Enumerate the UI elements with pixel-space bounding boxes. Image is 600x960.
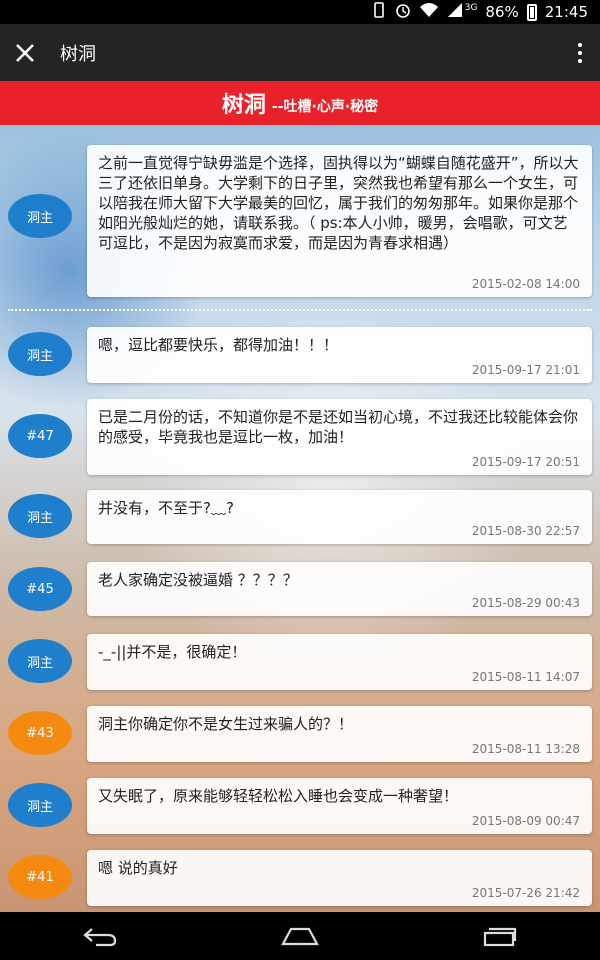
content-area[interactable]: 树洞 --吐槽·心声·秘密 洞主 之前一直觉得宁缺毋滥是个选择，固执得以为“蝴蝶… xyxy=(0,81,600,912)
page-banner: 树洞 --吐槽·心声·秘密 xyxy=(0,81,600,125)
system-nav-bar xyxy=(0,912,600,960)
home-icon xyxy=(281,927,319,946)
more-dot xyxy=(578,58,582,63)
recents-button[interactable] xyxy=(470,912,530,960)
back-button[interactable] xyxy=(70,912,130,960)
more-dot xyxy=(578,50,582,55)
battery-icon xyxy=(526,3,537,21)
more-options-button[interactable] xyxy=(560,24,600,81)
reply-card[interactable]: 嗯，逗比都要快乐，都得加油！！！ 2015-09-17 21:01 xyxy=(87,327,592,383)
reply-text: 又失眠了，原来能够轻轻松松入睡也会变成一种奢望！ xyxy=(98,787,459,805)
banner-title: 树洞 xyxy=(221,93,266,118)
back-icon xyxy=(83,928,117,947)
wifi-icon xyxy=(419,2,439,22)
banner-subtitle: --吐槽·心声·秘密 xyxy=(271,99,379,115)
reply-time: 2015-08-11 13:28 xyxy=(471,742,580,756)
reply-text: 洞主你确定你不是女生过来骗人的？！ xyxy=(98,715,354,733)
author-badge: 洞主 xyxy=(8,783,72,827)
author-badge: 洞主 xyxy=(8,494,72,538)
reply-text: 并没有，不至于?﹏? xyxy=(98,499,234,517)
page-title: 树洞 xyxy=(60,43,96,65)
home-button[interactable] xyxy=(270,912,330,960)
floor-badge: #47 xyxy=(8,414,72,458)
reply-time: 2015-09-17 21:01 xyxy=(471,363,580,377)
reply-time: 2015-08-29 00:43 xyxy=(471,596,580,610)
signal-icon xyxy=(447,2,463,22)
recents-icon xyxy=(483,927,517,947)
reply-time: 2015-08-09 00:47 xyxy=(471,814,580,828)
reply-time: 2015-07-26 21:42 xyxy=(471,886,580,900)
reply-card[interactable]: -_-||并不是，很确定！ 2015-08-11 14:07 xyxy=(87,634,592,690)
reply-text: 已是二月份的话，不知道你是不是还如当初心境，不过我还比较能体会你的感受，毕竟我也… xyxy=(98,408,579,446)
signal-type: 3G xyxy=(464,3,478,13)
author-badge: 洞主 xyxy=(8,332,72,376)
alarm-icon xyxy=(395,2,411,22)
reply-text: 老人家确定没被逼婚 ？？？？ xyxy=(98,571,298,589)
close-button[interactable] xyxy=(0,24,50,81)
reply-text: -_-||并不是，很确定！ xyxy=(98,643,247,661)
vibrate-icon xyxy=(371,2,387,22)
reply-text: 嗯，逗比都要快乐，都得加油！！！ xyxy=(98,336,339,354)
reply-card[interactable]: 洞主你确定你不是女生过来骗人的？！ 2015-08-11 13:28 xyxy=(87,706,592,762)
divider xyxy=(8,309,592,311)
floor-badge: #41 xyxy=(8,855,72,899)
author-badge: 洞主 xyxy=(8,194,72,238)
floor-badge: #45 xyxy=(8,567,72,611)
post-time: 2015-02-08 14:00 xyxy=(471,277,580,291)
reply-card[interactable]: 已是二月份的话，不知道你是不是还如当初心境，不过我还比较能体会你的感受，毕竟我也… xyxy=(87,399,592,475)
reply-card[interactable]: 嗯 说的真好 2015-07-26 21:42 xyxy=(87,850,592,906)
post-card[interactable]: 之前一直觉得宁缺毋滥是个选择，固执得以为“蝴蝶自随花盛开”，所以大三了还依旧单身… xyxy=(87,145,592,297)
post-text: 之前一直觉得宁缺毋滥是个选择，固执得以为“蝴蝶自随花盛开”，所以大三了还依旧单身… xyxy=(98,154,579,252)
reply-time: 2015-09-17 20:51 xyxy=(471,455,580,469)
status-bar: 3G 86% 21:45 xyxy=(0,0,600,24)
reply-time: 2015-08-30 22:57 xyxy=(471,524,580,538)
reply-card[interactable]: 并没有，不至于?﹏? 2015-08-30 22:57 xyxy=(87,490,592,544)
close-icon xyxy=(16,43,34,62)
clock: 21:45 xyxy=(544,3,588,21)
reply-card[interactable]: 老人家确定没被逼婚 ？？？？ 2015-08-29 00:43 xyxy=(87,562,592,616)
author-badge: 洞主 xyxy=(8,639,72,683)
battery-percent: 86% xyxy=(485,3,519,21)
app-bar: 树洞 xyxy=(0,24,600,81)
reply-text: 嗯 说的真好 xyxy=(98,859,178,877)
more-dot xyxy=(578,42,582,47)
floor-badge: #43 xyxy=(8,711,72,755)
reply-card[interactable]: 又失眠了，原来能够轻轻松松入睡也会变成一种奢望！ 2015-08-09 00:4… xyxy=(87,778,592,834)
reply-time: 2015-08-11 14:07 xyxy=(471,670,580,684)
